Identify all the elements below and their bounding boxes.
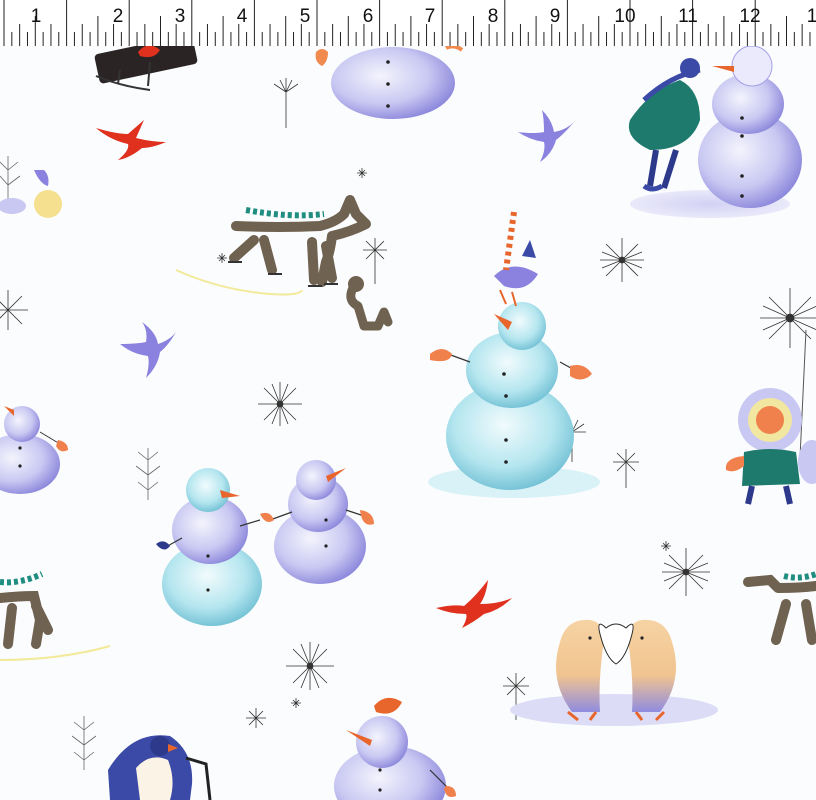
fabric-swatch: 1 2 3 4 5 6 7 8 9 10 11 12 1	[0, 0, 816, 800]
ruler-number-9: 9	[550, 6, 561, 27]
red-bird-flying	[96, 120, 166, 160]
ruler-number-10: 10	[614, 6, 635, 27]
red-bird-flying	[436, 580, 512, 628]
snowman-with-bird	[334, 697, 456, 800]
penguins-heart	[510, 619, 718, 726]
ruler-number-3: 3	[175, 6, 186, 27]
small-dog	[346, 276, 393, 331]
snowmen-holding-hands	[156, 460, 374, 626]
blue-bird-flying	[518, 110, 574, 162]
twig-icon	[71, 716, 97, 770]
ruler-number-7: 7	[425, 6, 436, 27]
snowflake-icon	[217, 253, 227, 263]
ruler-number-12: 12	[739, 6, 760, 27]
twig-icon	[135, 448, 161, 500]
ruler-number-2: 2	[113, 6, 124, 27]
winter-print-artwork	[0, 46, 816, 800]
snowflake-icon	[246, 708, 266, 728]
snowflake-icon	[286, 642, 334, 690]
ruler-number-5: 5	[300, 6, 311, 27]
blue-bird-flying	[120, 322, 176, 378]
snowflake-icon	[258, 382, 302, 426]
snowflake-icon	[0, 290, 28, 330]
ruler-number-6: 6	[363, 6, 374, 27]
skating-dog-partial	[0, 571, 111, 661]
snowman-top	[315, 46, 464, 119]
snowflake-icon	[661, 541, 671, 551]
penguin-sledding	[108, 735, 212, 800]
girl-kissing-snowman	[628, 46, 802, 218]
snowflake-icon	[600, 238, 644, 282]
snowman-with-birds	[428, 211, 600, 498]
skating-dog	[175, 195, 371, 296]
ruler-number-1: 1	[31, 6, 42, 27]
snowflakes	[0, 78, 816, 728]
ruler-number-8: 8	[488, 6, 499, 27]
snowman-partial	[0, 406, 68, 494]
snowflake-icon	[662, 548, 710, 596]
dandelion-icon	[273, 78, 299, 128]
child-with-dandelion	[725, 329, 816, 505]
measuring-ruler: 1 2 3 4 5 6 7 8 9 10 11 12 1	[0, 0, 816, 46]
snowflake-icon	[363, 238, 387, 284]
ruler-number-11: 11	[678, 6, 698, 27]
partial-figure-left	[0, 170, 62, 218]
snowflake-icon	[760, 288, 816, 348]
sled-with-red-bird	[94, 46, 198, 91]
snowflake-icon	[613, 449, 639, 488]
snowflake-icon	[291, 698, 301, 708]
skating-dog-right	[743, 571, 816, 645]
snowflake-icon	[357, 168, 367, 178]
ruler-number-4: 4	[237, 6, 248, 27]
ruler-number-13: 1	[807, 6, 816, 27]
